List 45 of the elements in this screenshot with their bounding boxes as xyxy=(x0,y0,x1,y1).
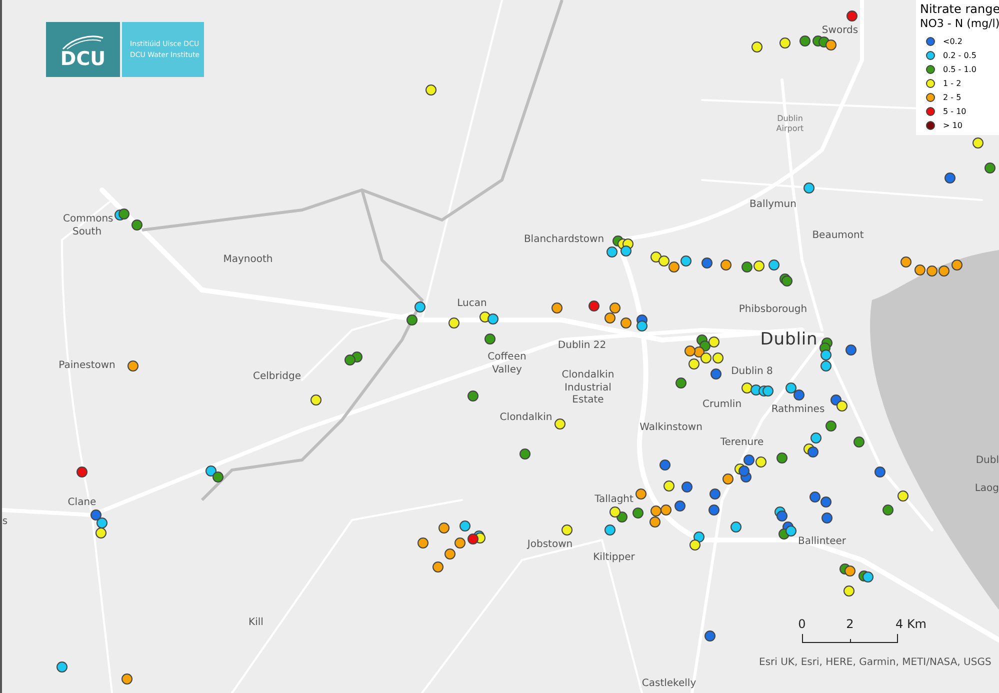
attribution-text: Esri UK, Esri, HERE, Garmin, METI/NASA, USGS xyxy=(759,656,992,670)
place-label: Coffeen Valley xyxy=(486,352,528,376)
place-label: Dublin Airport xyxy=(775,114,805,134)
place-label: Walkinstown xyxy=(640,422,702,434)
legend-subtitle: NO3 - N (mg/l) xyxy=(920,17,999,31)
place-label: Ballinteer xyxy=(798,536,846,548)
place-label: Castlekelly xyxy=(642,678,696,690)
place-label: Commons South xyxy=(63,214,111,238)
place-label: Dublin 8 xyxy=(731,366,773,378)
place-label: Dublin xyxy=(760,329,818,351)
legend-label: 1 - 2 xyxy=(943,78,962,90)
place-label: Dublin 22 xyxy=(558,340,606,352)
place-label: Clondalkin xyxy=(500,412,552,424)
place-label: Tallaght xyxy=(594,494,634,506)
place-label: s xyxy=(2,516,8,528)
place-label: Painestown xyxy=(58,360,116,372)
place-label: Clondalkin Industrial Estate xyxy=(560,369,616,407)
legend-label: > 10 xyxy=(943,120,962,132)
legend-label: 0.2 - 0.5 xyxy=(943,50,976,62)
place-label: Swords xyxy=(822,24,858,38)
place-label: Ballymun xyxy=(750,198,796,212)
place-label: Dubl xyxy=(976,454,999,468)
place-label: Blanchardstown xyxy=(524,234,604,246)
place-label: Kill xyxy=(248,616,264,630)
place-label: Clane xyxy=(68,496,96,510)
place-label: Jobstown xyxy=(527,538,573,552)
place-label: Laog xyxy=(974,482,999,496)
place-label: Maynooth xyxy=(223,254,273,266)
legend-label: 2 - 5 xyxy=(943,92,962,104)
legend-label: 5 - 10 xyxy=(943,106,966,118)
legend-title: Nitrate range xyxy=(920,2,999,17)
place-label: Lucan xyxy=(457,298,487,310)
place-label: Beaumont xyxy=(812,230,864,242)
legend-label: 0.5 - 1.0 xyxy=(943,64,976,76)
place-label: Rathmines xyxy=(771,404,825,416)
scale-label: 4 Km xyxy=(896,616,926,633)
legend-label: <0.2 xyxy=(943,36,962,48)
scale-label: 0 xyxy=(798,616,806,633)
place-label: Kiltipper xyxy=(593,552,635,564)
scale-label: 2 xyxy=(846,616,854,633)
place-label: Phibsborough xyxy=(738,304,808,316)
logo-mark: DCU xyxy=(46,22,120,77)
place-label: Crumlin xyxy=(702,398,742,412)
place-label: Celbridge xyxy=(253,370,301,384)
place-label: Terenure xyxy=(720,436,764,450)
